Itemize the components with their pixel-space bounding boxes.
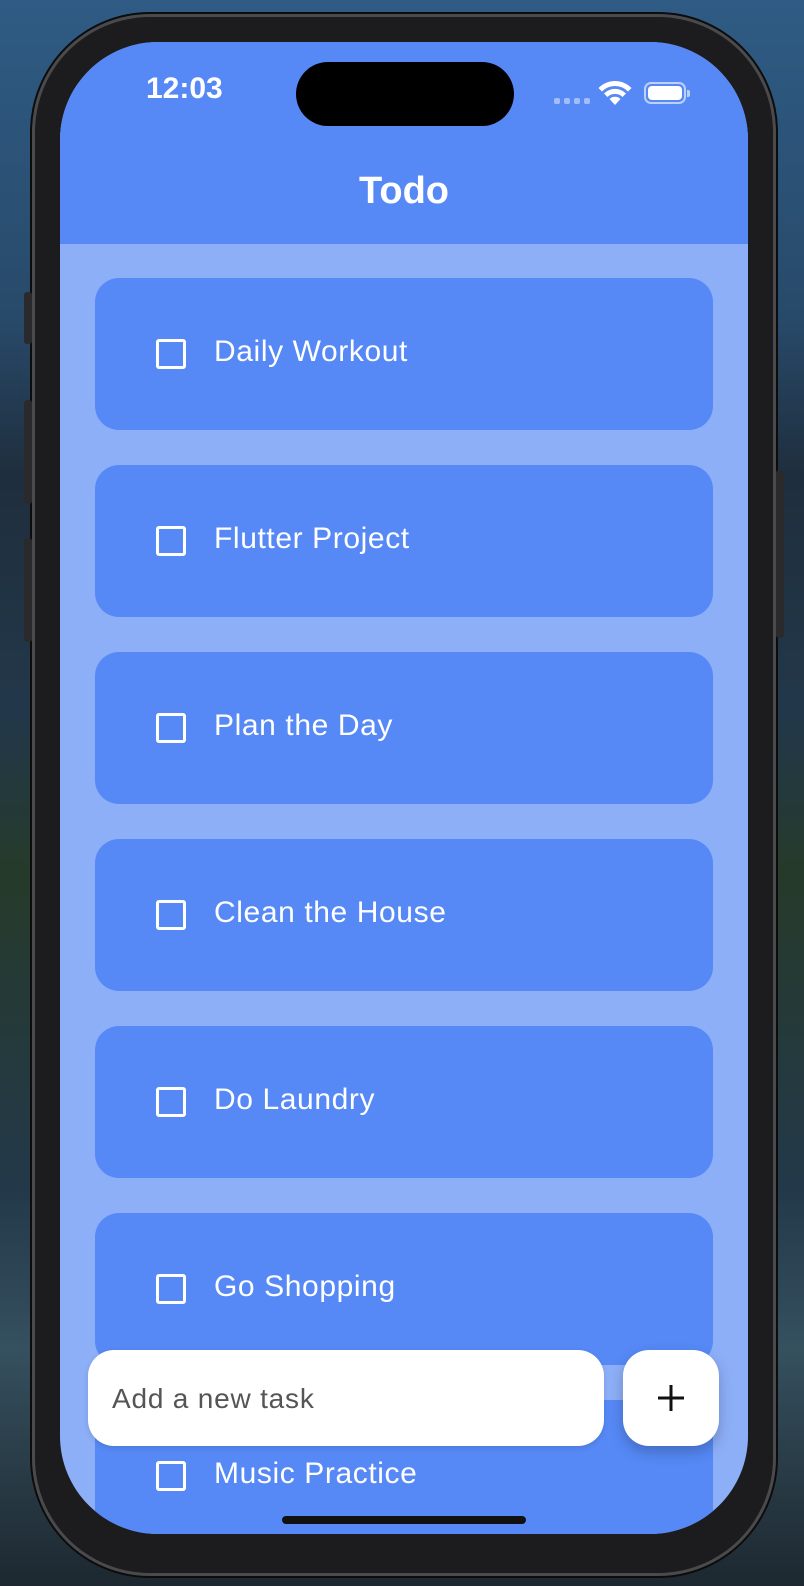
volume-up-button — [24, 400, 32, 504]
add-task-button[interactable] — [623, 1350, 719, 1446]
volume-down-button — [24, 538, 32, 642]
dynamic-island — [296, 62, 514, 126]
todo-item[interactable]: Clean the House — [95, 839, 713, 991]
todo-item[interactable]: Go Shopping — [95, 1213, 713, 1365]
todo-label: Flutter Project — [214, 522, 410, 555]
todo-label: Music Practice — [214, 1457, 418, 1490]
todo-item[interactable]: Do Laundry — [95, 1026, 713, 1178]
todo-checkbox[interactable] — [156, 1461, 186, 1491]
action-button — [24, 292, 32, 344]
todo-checkbox[interactable] — [156, 526, 186, 556]
todo-label: Go Shopping — [214, 1270, 396, 1303]
todo-checkbox[interactable] — [156, 713, 186, 743]
todo-label: Do Laundry — [214, 1083, 376, 1116]
cellular-signal-icon — [554, 98, 590, 104]
todo-checkbox[interactable] — [156, 339, 186, 369]
todo-item[interactable]: Flutter Project — [95, 465, 713, 617]
todo-label: Clean the House — [214, 896, 447, 929]
wifi-icon — [598, 81, 632, 105]
screen: 12:03 Todo Daily Workout Flutter Project… — [60, 42, 748, 1534]
todo-item[interactable]: Daily Workout — [95, 278, 713, 430]
app-bar: 12:03 Todo — [60, 42, 748, 244]
todo-label: Plan the Day — [214, 709, 393, 742]
plus-icon — [658, 1385, 684, 1411]
home-indicator — [282, 1516, 526, 1524]
new-task-field[interactable] — [88, 1350, 604, 1448]
todo-checkbox[interactable] — [156, 1087, 186, 1117]
status-time: 12:03 — [146, 72, 223, 105]
todo-item[interactable]: Plan the Day — [95, 652, 713, 804]
power-button — [776, 470, 784, 638]
battery-icon — [644, 82, 690, 104]
todo-checkbox[interactable] — [156, 1274, 186, 1304]
todo-label: Daily Workout — [214, 335, 408, 368]
page-title: Todo — [358, 170, 450, 212]
todo-checkbox[interactable] — [156, 900, 186, 930]
new-task-input[interactable] — [110, 1350, 584, 1448]
